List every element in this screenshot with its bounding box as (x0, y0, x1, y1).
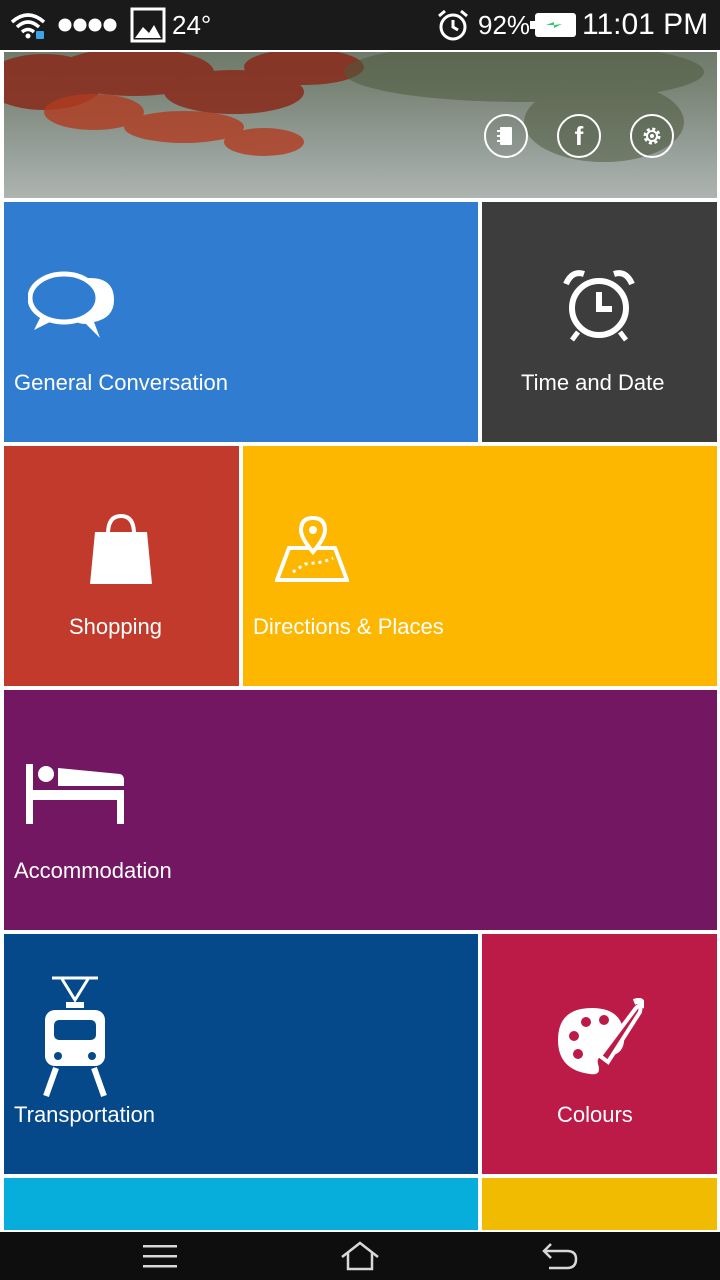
shopping-bag-icon (90, 513, 152, 584)
tile-label: Shopping (69, 614, 162, 639)
tile-label: Directions & Places (253, 614, 444, 639)
tile-colours[interactable]: Colours (482, 934, 717, 1174)
tile-transportation[interactable]: Transportation (4, 934, 478, 1174)
menu-button[interactable] (120, 1232, 200, 1280)
tile-directions-and-places[interactable]: Directions & Places (243, 446, 717, 686)
maple-leaves-image (4, 52, 704, 162)
tile-partial-right[interactable] (482, 1178, 717, 1230)
home-button[interactable] (320, 1232, 400, 1280)
signal-dots-icon (58, 0, 118, 50)
battery-charging-icon (530, 0, 578, 50)
chat-bubbles-icon (28, 271, 114, 338)
wifi-icon (10, 0, 46, 50)
contacts-book-icon (497, 127, 512, 145)
contacts-book-button[interactable] (484, 114, 528, 158)
home-icon (341, 1241, 379, 1271)
navigation-bar (0, 1232, 720, 1280)
image-notification-icon (130, 0, 166, 50)
facebook-icon: f (574, 120, 584, 151)
back-button[interactable] (520, 1232, 600, 1280)
tile-label: Transportation (14, 1102, 156, 1127)
tile-shopping[interactable]: Shopping (4, 446, 239, 686)
temperature-text: 24° (172, 9, 212, 40)
tile-label: Time and Date (521, 370, 665, 395)
facebook-button[interactable]: f (557, 114, 601, 158)
map-pin-icon (275, 516, 349, 582)
back-icon (542, 1243, 578, 1270)
bed-icon (26, 764, 124, 824)
tile-accommodation[interactable]: Accommodation (4, 690, 717, 930)
battery-percent: 92% (478, 9, 531, 40)
status-bar: 24° 92% 11:01 PM (0, 0, 720, 50)
tile-time-and-date[interactable]: Time and Date (482, 202, 717, 442)
alarm-clock-icon (563, 270, 635, 342)
header-banner: f (4, 52, 717, 198)
tile-partial-left[interactable] (4, 1178, 478, 1230)
tile-general-conversation[interactable]: General Conversation (4, 202, 478, 442)
tile-label: Colours (557, 1102, 633, 1127)
tram-icon (43, 976, 107, 1098)
tile-label: General Conversation (14, 370, 229, 395)
settings-button[interactable] (630, 114, 674, 158)
clock-time: 11:01 PM (582, 8, 709, 41)
menu-icon (143, 1245, 177, 1268)
settings-gear-icon (643, 127, 661, 145)
palette-icon (558, 998, 644, 1075)
alarm-icon (436, 0, 470, 50)
tile-label: Accommodation (14, 858, 172, 883)
